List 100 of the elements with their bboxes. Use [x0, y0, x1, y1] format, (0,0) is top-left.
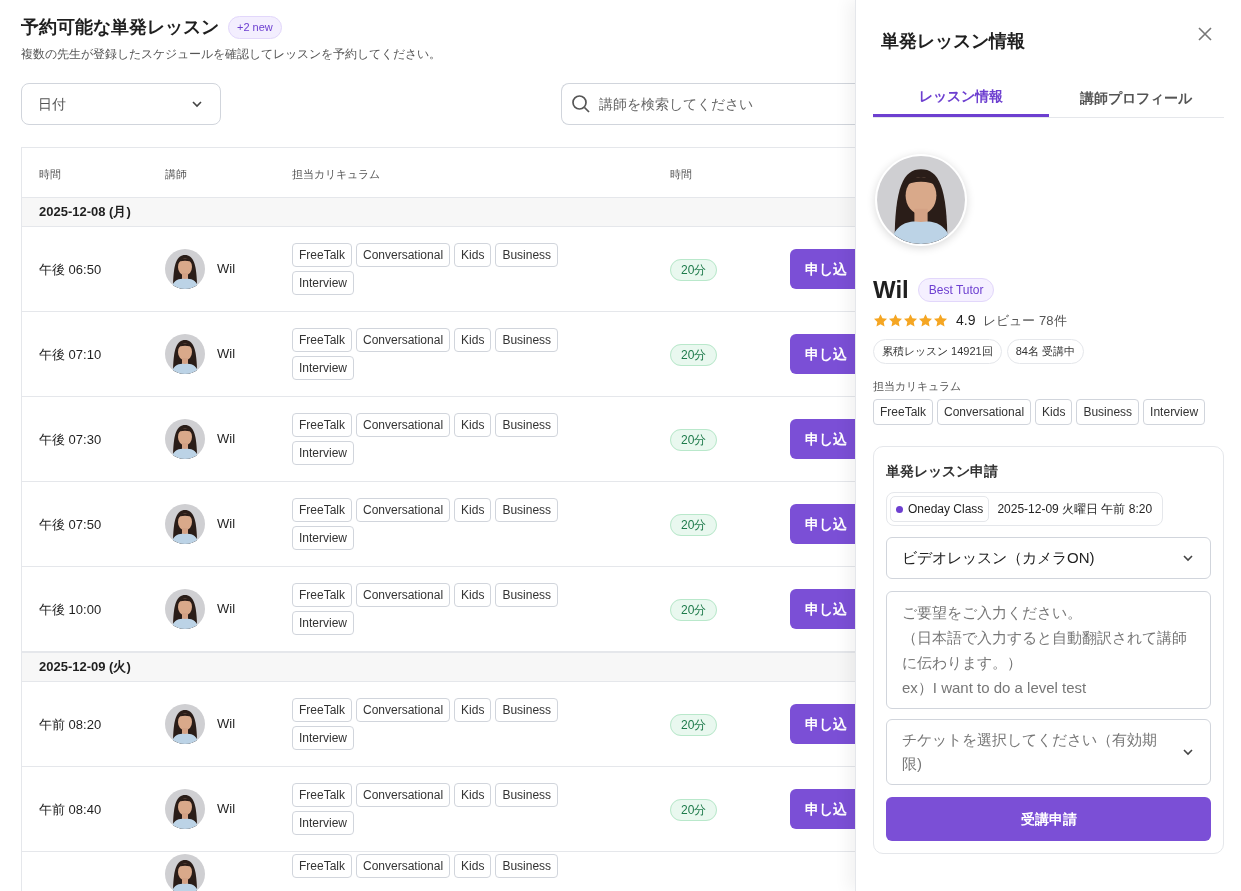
- tutor-name: Wil: [217, 715, 236, 734]
- tag: Conversational: [356, 783, 451, 807]
- tag: Business: [1076, 399, 1140, 425]
- ticket-select[interactable]: チケットを選択してください（有効期限): [886, 719, 1211, 785]
- tab[interactable]: 講師プロフィール: [1048, 79, 1224, 117]
- tag: FreeTalk: [873, 399, 933, 425]
- tutor-name: Wil: [217, 600, 236, 619]
- tag: Conversational: [356, 413, 451, 437]
- tag: Business: [495, 583, 559, 607]
- star-icon: [888, 313, 903, 328]
- star-icon: [903, 313, 918, 328]
- tag: FreeTalk: [292, 698, 352, 722]
- tag: Interview: [292, 726, 355, 750]
- lesson-time: 午後 07:10: [39, 347, 102, 362]
- duration-badge: 20分: [670, 599, 718, 621]
- duration-badge: 20分: [670, 344, 718, 366]
- tutor-name: Wil: [217, 515, 236, 534]
- lesson-time: 午前 08:20: [39, 717, 102, 732]
- duration-badge: 20分: [670, 259, 718, 281]
- best-tutor-badge: Best Tutor: [917, 278, 995, 302]
- new-badge: +2 new: [228, 16, 282, 39]
- tag: Business: [495, 328, 559, 352]
- tag: Kids: [454, 328, 492, 352]
- lesson-time: 午後 06:50: [39, 262, 102, 277]
- date-select[interactable]: 日付: [21, 83, 221, 125]
- tag: Kids: [1035, 399, 1073, 425]
- page-title: 予約可能な単発レッスン: [21, 16, 219, 39]
- tag: Conversational: [356, 243, 451, 267]
- tag: Interview: [292, 356, 355, 380]
- review-count: レビュー 78件: [983, 311, 1067, 330]
- tag: Interview: [292, 611, 355, 635]
- card-title: 単発レッスン申請: [886, 462, 999, 481]
- tag: Conversational: [356, 698, 451, 722]
- tag: Interview: [292, 271, 355, 295]
- tag: Interview: [292, 441, 355, 465]
- tag: Business: [495, 498, 559, 522]
- tag: Business: [495, 783, 559, 807]
- tag: Kids: [454, 413, 492, 437]
- tag: Conversational: [937, 399, 1032, 425]
- tag: Kids: [454, 498, 492, 522]
- tutor-name: Wil: [217, 345, 236, 364]
- duration-badge: 20分: [670, 514, 718, 536]
- tag: FreeTalk: [292, 583, 352, 607]
- placeholder-text: ご要望をご入力ください。: [902, 604, 1082, 621]
- tag: Conversational: [356, 583, 451, 607]
- tab[interactable]: レッスン情報: [873, 79, 1049, 117]
- tag: Kids: [454, 583, 492, 607]
- page-subtitle: 複数の先生が登録したスケジュールを確認してレッスンを予約してください。: [21, 46, 442, 63]
- tutor-name: Wil: [217, 800, 236, 819]
- tag: Interview: [1143, 399, 1206, 425]
- duration-badge: 20分: [670, 714, 718, 736]
- tag: Kids: [454, 854, 492, 878]
- tutor-name: Wil: [873, 275, 909, 305]
- lesson-time: 午後 07:50: [39, 517, 102, 532]
- tag: FreeTalk: [292, 328, 352, 352]
- lesson-type-select[interactable]: ビデオレッスン（カメラON): [886, 537, 1211, 579]
- close-icon[interactable]: [1198, 27, 1212, 41]
- tag: FreeTalk: [292, 498, 352, 522]
- tag: Kids: [454, 783, 492, 807]
- star-icon: [933, 313, 948, 328]
- tag: FreeTalk: [292, 783, 352, 807]
- panel-title: 単発レッスン情報: [881, 30, 1025, 53]
- apply-button[interactable]: 申し込: [790, 334, 856, 374]
- apply-button[interactable]: 申し込: [790, 249, 856, 289]
- tag: Interview: [292, 526, 355, 550]
- placeholder-text: ex）I want to do a level test: [902, 679, 1087, 696]
- apply-button[interactable]: 申し込: [790, 419, 856, 459]
- apply-button[interactable]: 申し込: [790, 789, 856, 829]
- submit-button[interactable]: 受講申請: [886, 797, 1211, 841]
- tag: Business: [495, 698, 559, 722]
- tag: Business: [495, 413, 559, 437]
- tag: Conversational: [356, 498, 451, 522]
- message-field[interactable]: ご要望をご入力ください。 （日本語で入力すると自動翻訳されて講師に伝わります。） ex）I want to do a level test: [886, 591, 1211, 709]
- apply-button[interactable]: 申し込: [790, 589, 856, 629]
- lesson-time: 午後 07:30: [39, 432, 102, 447]
- tutor-name: Wil: [217, 260, 236, 279]
- lesson-time: 午後 10:00: [39, 602, 102, 617]
- tag: FreeTalk: [292, 854, 352, 878]
- tag: Interview: [292, 811, 355, 835]
- tag: Kids: [454, 243, 492, 267]
- tag: Business: [495, 854, 559, 878]
- column-header: 担当カリキュラム: [292, 167, 380, 180]
- duration-badge: 20分: [670, 799, 718, 821]
- tag: FreeTalk: [292, 243, 352, 267]
- lesson-datetime: 2025-12-09 火曜日 午前 8:20: [997, 501, 1153, 518]
- apply-button[interactable]: 申し込: [790, 504, 856, 544]
- star-icon: [873, 313, 888, 328]
- duration-badge: 20分: [670, 429, 718, 451]
- tag: FreeTalk: [292, 413, 352, 437]
- tag: Conversational: [356, 854, 451, 878]
- rating-value: 4.9: [956, 311, 976, 330]
- search-icon: [571, 94, 591, 114]
- curriculum-label: 担当カリキュラム: [873, 378, 962, 394]
- search-field[interactable]: 講師を検索してください: [561, 83, 855, 125]
- column-header: 講師: [165, 167, 187, 180]
- star-icon: [918, 313, 933, 328]
- tag: Conversational: [356, 328, 451, 352]
- tag: Business: [495, 243, 559, 267]
- tutor-name: Wil: [217, 430, 236, 449]
- apply-button[interactable]: 申し込: [790, 704, 856, 744]
